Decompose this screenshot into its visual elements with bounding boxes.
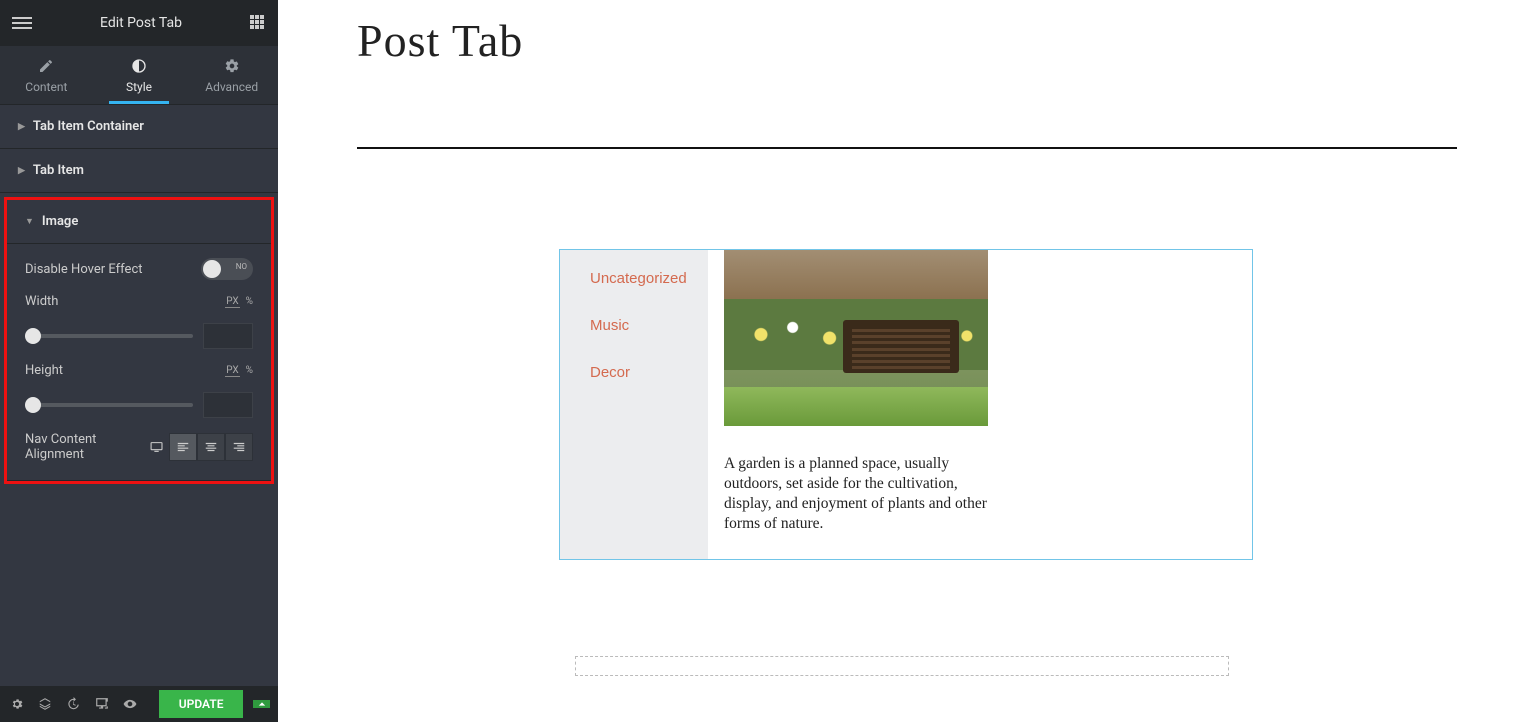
divider (357, 147, 1457, 149)
height-units: PX % (225, 365, 253, 377)
category-tabs: Uncategorized Music Decor (560, 250, 708, 559)
panel-header: Edit Post Tab (0, 0, 278, 46)
slider-knob (25, 397, 41, 413)
panel-title: Edit Post Tab (32, 15, 250, 31)
tab-style[interactable]: Style (93, 46, 186, 104)
disable-hover-label: Disable Hover Effect (25, 262, 143, 277)
align-left-button[interactable] (169, 433, 197, 461)
slider-knob (25, 328, 41, 344)
unit-percent[interactable]: % (246, 365, 253, 377)
section-image[interactable]: ▼ Image (7, 200, 271, 244)
preview-eye-icon[interactable] (121, 693, 139, 715)
unit-px[interactable]: PX (225, 296, 239, 308)
section-tab-item[interactable]: ▶ Tab Item (0, 149, 278, 193)
editor-panel: Edit Post Tab Content Style Advanced ▶ T… (0, 0, 278, 722)
tab-content[interactable]: Content (0, 46, 93, 104)
unit-px[interactable]: PX (225, 365, 239, 377)
empty-section-placeholder[interactable] (575, 656, 1229, 676)
width-units: PX % (225, 296, 253, 308)
caret-right-icon: ▶ (18, 122, 25, 132)
pencil-icon (38, 58, 54, 74)
section-image-body: Disable Hover Effect NO Width PX % (7, 244, 271, 481)
toggle-state-label: NO (236, 262, 247, 271)
history-icon[interactable] (64, 693, 82, 715)
navigator-icon[interactable] (36, 693, 54, 715)
width-slider[interactable] (25, 334, 193, 338)
post-tab-widget[interactable]: Uncategorized Music Decor A garden is a … (559, 249, 1253, 560)
category-tab[interactable]: Uncategorized (590, 270, 708, 287)
disable-hover-toggle[interactable]: NO (201, 258, 253, 280)
tab-content-label: Content (25, 80, 67, 94)
unit-percent[interactable]: % (246, 296, 253, 308)
align-button-group (169, 433, 253, 461)
category-tab[interactable]: Decor (590, 364, 708, 381)
post-image (724, 250, 988, 426)
update-button[interactable]: UPDATE (159, 690, 244, 718)
post-content: A garden is a planned space, usually out… (708, 250, 1252, 559)
settings-icon[interactable] (8, 693, 26, 715)
width-value-input[interactable] (203, 323, 253, 349)
gear-icon (224, 58, 240, 74)
apps-grid-icon[interactable] (250, 15, 266, 31)
sections-list: ▶ Tab Item Container ▶ Tab Item ▼ Image … (0, 105, 278, 686)
align-right-button[interactable] (225, 433, 253, 461)
panel-tabs: Content Style Advanced (0, 46, 278, 105)
toggle-knob (203, 260, 221, 278)
section-label: Tab Item (33, 163, 84, 178)
nav-align-label: Nav Content Alignment (25, 432, 150, 462)
hamburger-icon[interactable] (12, 17, 32, 29)
tab-advanced-label: Advanced (205, 80, 258, 94)
height-label: Height (25, 363, 63, 378)
height-value-input[interactable] (203, 392, 253, 418)
height-slider[interactable] (25, 403, 193, 407)
tab-style-label: Style (126, 80, 152, 94)
width-label: Width (25, 294, 58, 309)
highlighted-section: ▼ Image Disable Hover Effect NO Width (4, 197, 274, 484)
caret-right-icon: ▶ (18, 166, 25, 176)
tab-advanced[interactable]: Advanced (185, 46, 278, 104)
page-title: Post Tab (357, 14, 1457, 67)
preview-canvas[interactable]: Post Tab Uncategorized Music Decor A gar… (278, 0, 1536, 722)
contrast-icon (131, 58, 147, 74)
update-more-button[interactable] (253, 700, 270, 708)
responsive-icon[interactable] (92, 693, 110, 715)
responsive-device-icon[interactable] (150, 441, 163, 453)
caret-down-icon: ▼ (25, 216, 34, 227)
section-label: Image (42, 214, 78, 229)
section-tab-item-container[interactable]: ▶ Tab Item Container (0, 105, 278, 149)
panel-footer: UPDATE (0, 686, 278, 722)
section-label: Tab Item Container (33, 119, 144, 134)
category-tab[interactable]: Music (590, 317, 708, 334)
align-center-button[interactable] (197, 433, 225, 461)
post-description: A garden is a planned space, usually out… (724, 454, 988, 535)
